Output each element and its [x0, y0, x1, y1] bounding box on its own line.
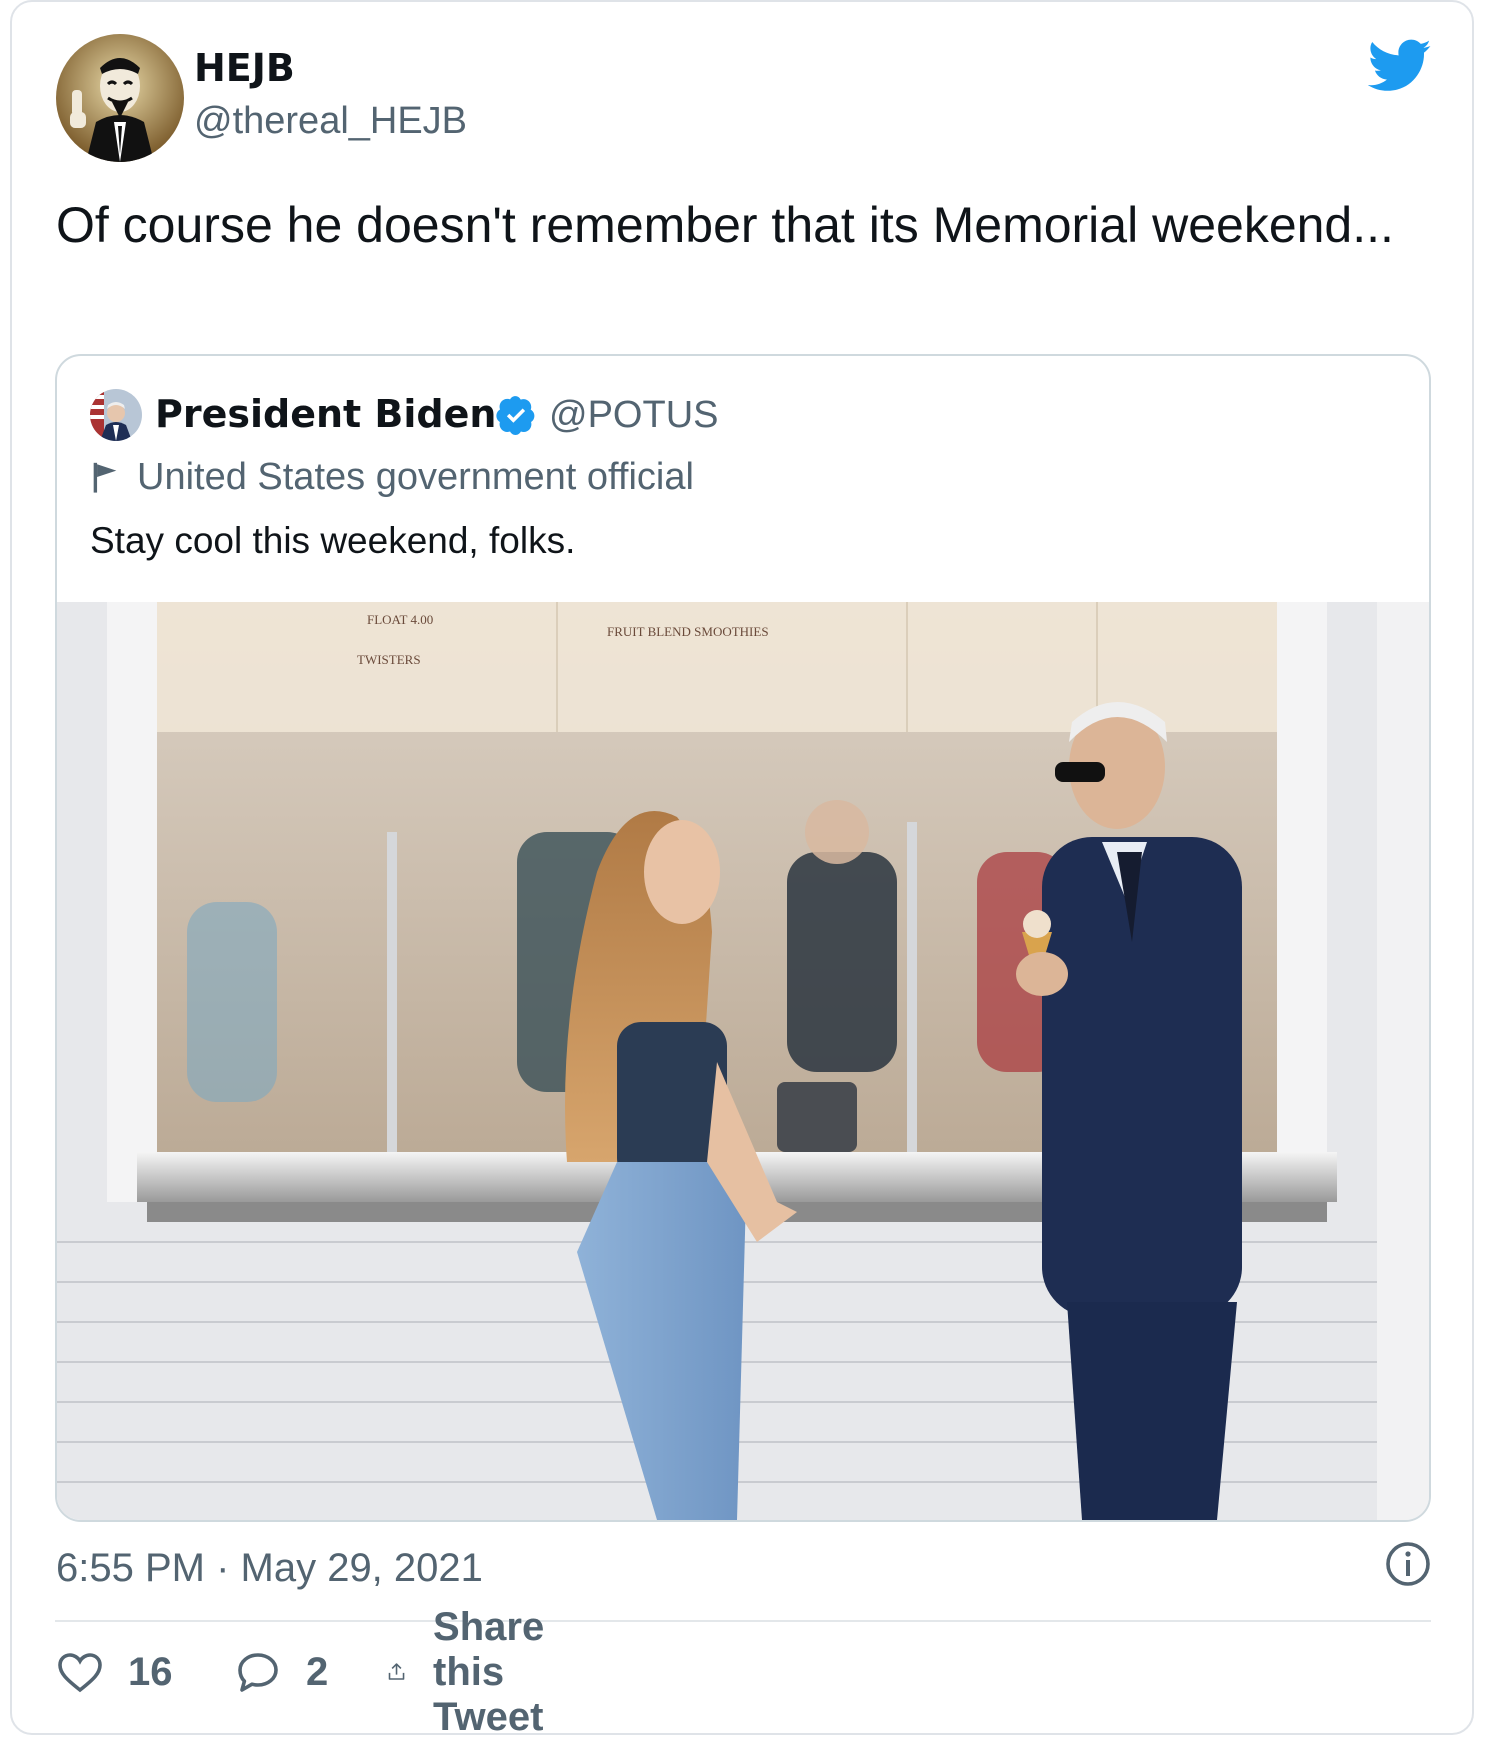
menu-smoothies: FRUIT BLEND SMOOTHIES — [607, 624, 769, 639]
quoted-avatar[interactable] — [90, 389, 142, 441]
info-icon[interactable] — [1384, 1540, 1432, 1588]
flag-icon — [93, 462, 117, 493]
verified-badge-icon — [496, 396, 535, 435]
reply-count: 2 — [306, 1649, 329, 1694]
tweet-timestamp[interactable]: 6:55 PM · May 29, 2021 — [56, 1546, 483, 1591]
share-upload-icon — [388, 1663, 405, 1680]
share-label: Share this Tweet — [433, 1604, 545, 1739]
reply-button[interactable]: 2 — [234, 1642, 328, 1702]
divider — [55, 1620, 1431, 1622]
tweet-card: HEJB @thereal_HEJB Of course he doesn't … — [10, 0, 1474, 1739]
author-handle[interactable]: @thereal_HEJB — [194, 100, 467, 143]
quoted-tweet[interactable]: President Biden @POTUS United States gov… — [55, 354, 1431, 1522]
quoted-photo[interactable]: FLOAT 4.00 FRUIT BLEND SMOOTHIES TWISTER… — [57, 602, 1429, 1520]
author-avatar[interactable] — [56, 34, 184, 162]
twitter-bird-icon[interactable] — [1368, 38, 1432, 94]
quoted-name[interactable]: President Biden — [155, 392, 496, 436]
government-label: United States government official — [137, 456, 694, 498]
heart-icon — [58, 1653, 102, 1693]
like-count: 16 — [128, 1649, 173, 1694]
author-name[interactable]: HEJB — [194, 46, 295, 90]
menu-twisters: TWISTERS — [357, 652, 421, 667]
reply-bubble-icon — [238, 1653, 278, 1692]
tweet-text: Of course he doesn't remember that its M… — [56, 197, 1394, 253]
like-button[interactable]: 16 — [56, 1642, 173, 1702]
menu-float: FLOAT 4.00 — [367, 612, 433, 627]
share-button[interactable]: Share this Tweet — [386, 1605, 571, 1739]
quoted-handle[interactable]: @POTUS — [549, 394, 718, 437]
quoted-text: Stay cool this weekend, folks. — [90, 520, 576, 561]
